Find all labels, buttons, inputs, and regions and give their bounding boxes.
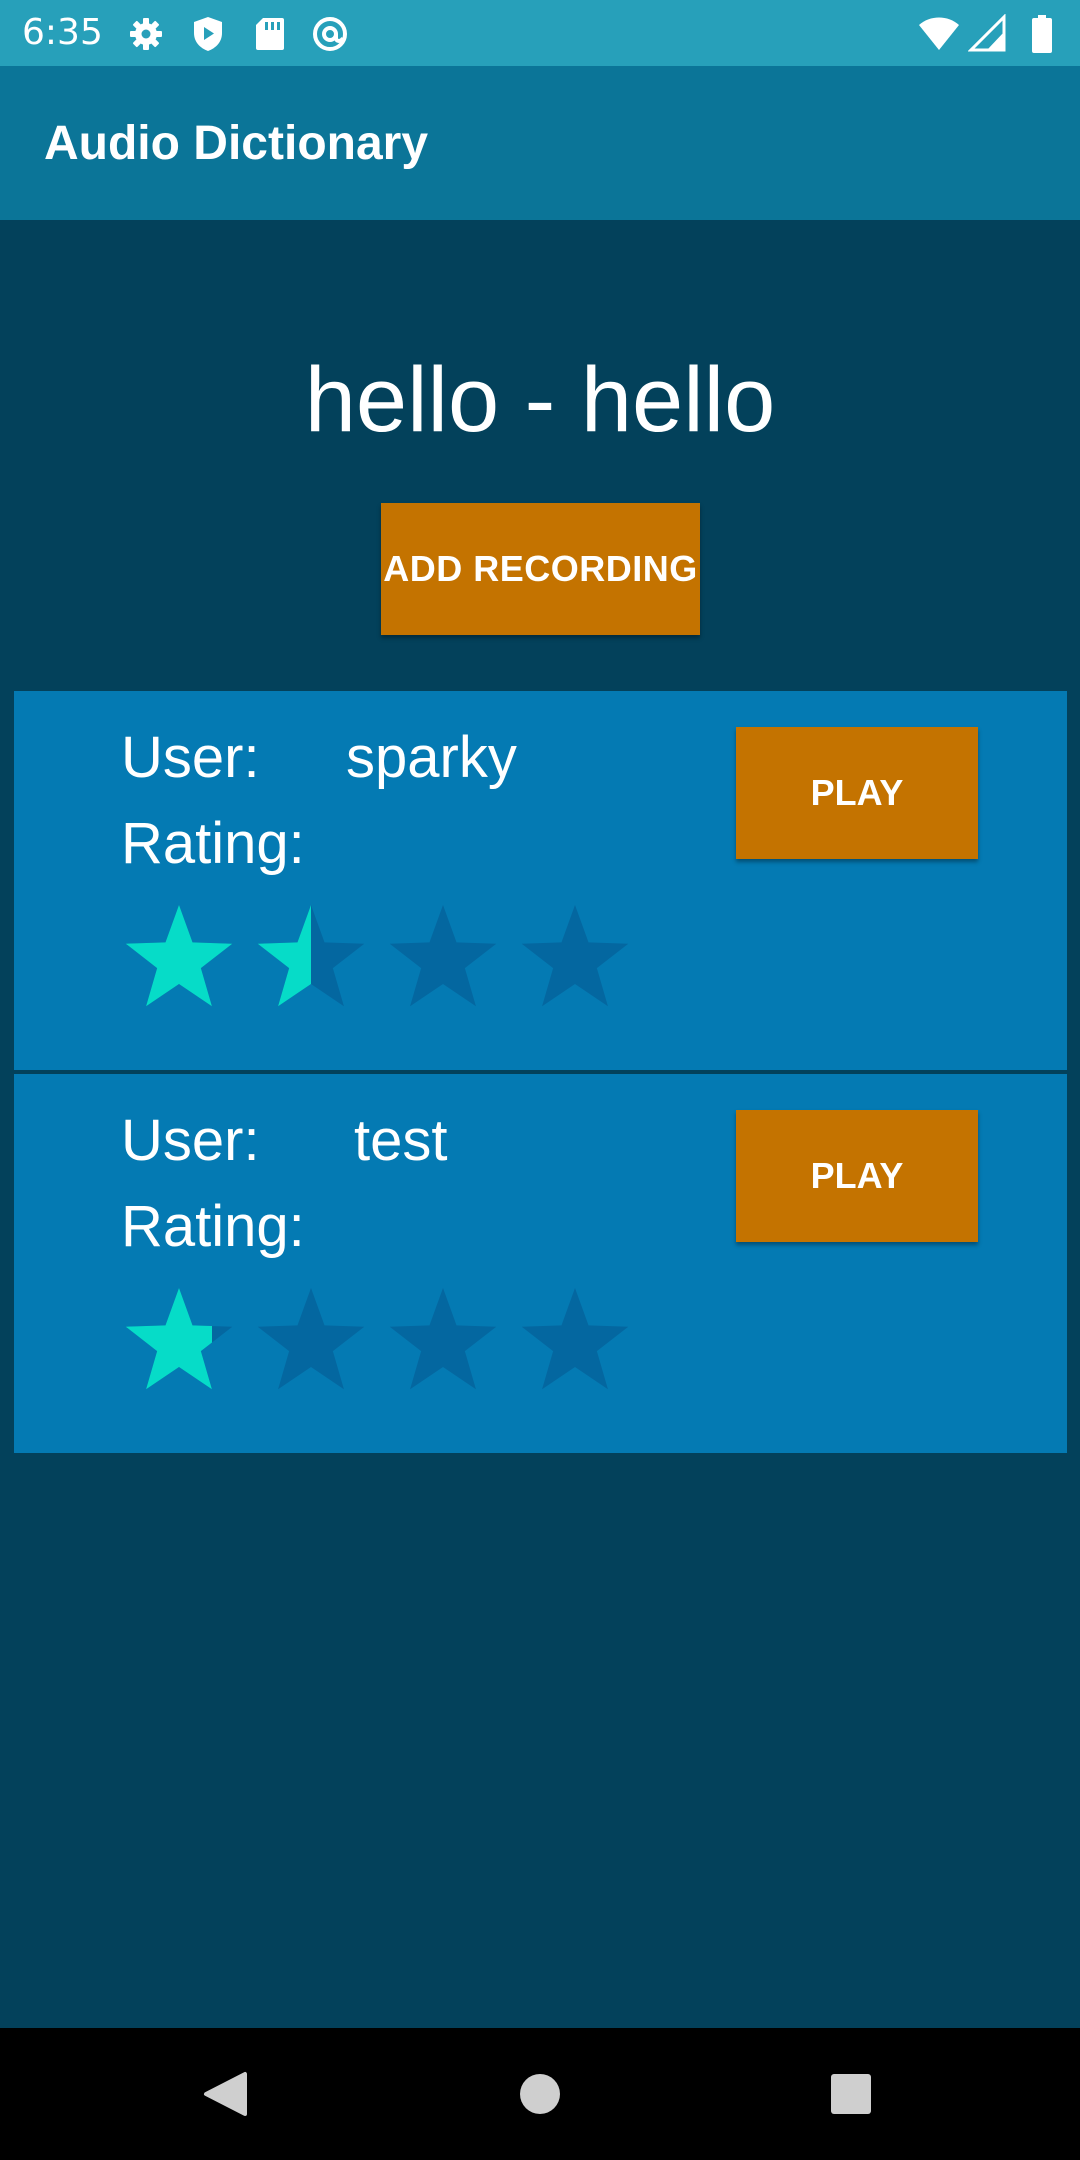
sd-card-icon <box>256 18 284 50</box>
play-button[interactable]: PLAY <box>736 727 978 859</box>
home-icon <box>520 2074 560 2114</box>
user-value: sparky <box>346 725 517 790</box>
user-label: User: <box>121 1108 260 1173</box>
recording-card: User: test Rating: PLAY <box>14 1074 1067 1453</box>
rating-label: Rating: <box>121 811 305 876</box>
wifi-icon <box>919 17 959 50</box>
star-icon[interactable] <box>388 1284 498 1394</box>
back-icon <box>204 2072 247 2116</box>
star-icon[interactable] <box>256 1284 366 1394</box>
app-bar: Audio Dictionary <box>0 66 1080 220</box>
rating-bar[interactable] <box>124 901 674 1011</box>
shield-play-icon <box>194 17 222 51</box>
at-sign-icon <box>313 17 347 51</box>
star-icon[interactable] <box>256 901 366 1011</box>
star-icon[interactable] <box>520 901 630 1011</box>
star-icon[interactable] <box>124 1284 234 1394</box>
recordings-list: User: sparky Rating: PLAY User: test Rat… <box>14 691 1067 1453</box>
status-icons-right <box>918 14 1058 54</box>
user-label: User: <box>121 725 260 790</box>
recents-button[interactable] <box>785 2028 917 2160</box>
settings-gear-icon <box>130 18 162 50</box>
add-recording-button[interactable]: ADD RECORDING <box>381 503 700 635</box>
nav-bar <box>0 2028 1080 2160</box>
home-button[interactable] <box>474 2028 606 2160</box>
play-button[interactable]: PLAY <box>736 1110 978 1242</box>
status-bar: 6:35 <box>0 0 1080 66</box>
app-title: Audio Dictionary <box>44 117 429 170</box>
back-button[interactable] <box>160 2028 292 2160</box>
user-value: test <box>354 1108 448 1173</box>
rating-bar[interactable] <box>124 1284 674 1394</box>
star-icon[interactable] <box>388 901 498 1011</box>
cell-signal-icon <box>968 14 1006 52</box>
star-icon[interactable] <box>124 901 234 1011</box>
status-time: 6:35 <box>22 12 103 53</box>
battery-icon <box>1032 15 1052 53</box>
recording-card: User: sparky Rating: PLAY <box>14 691 1067 1070</box>
recents-icon <box>831 2074 871 2114</box>
rating-label: Rating: <box>121 1194 305 1259</box>
star-icon[interactable] <box>520 1284 630 1394</box>
word-heading: hello - hello <box>304 349 776 451</box>
